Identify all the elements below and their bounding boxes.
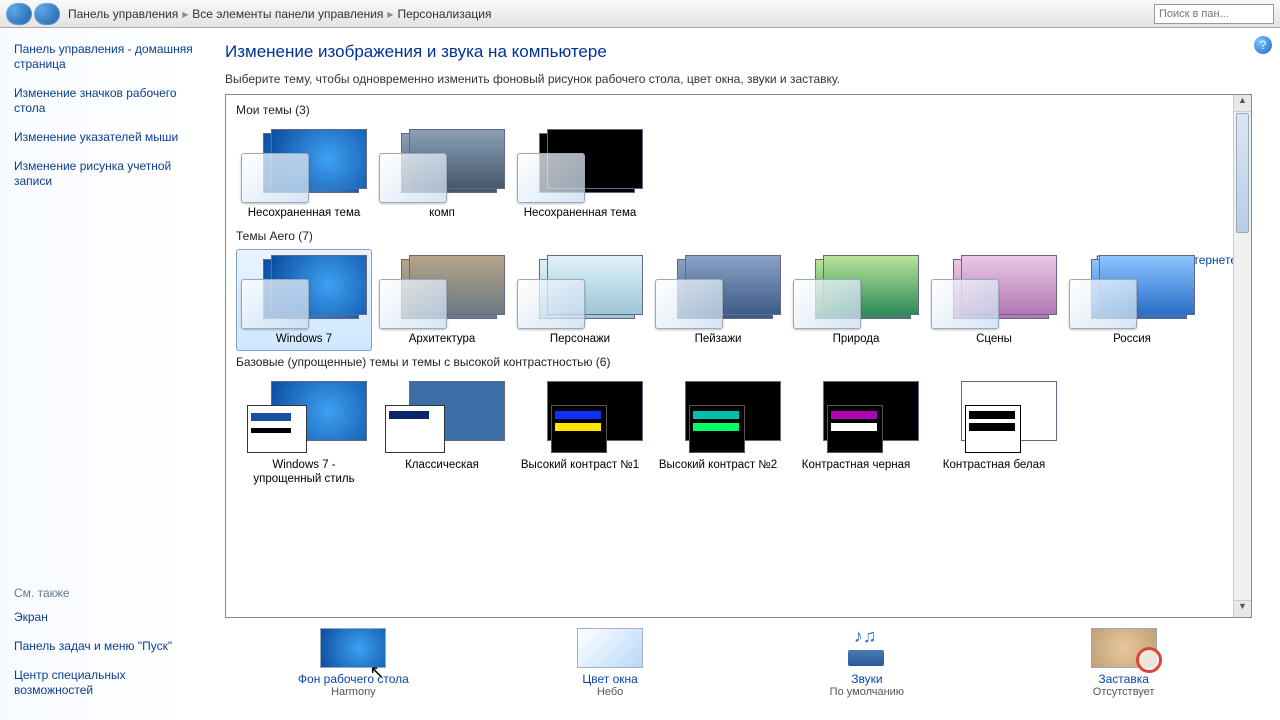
wallpaper-icon xyxy=(320,628,386,668)
theme-item[interactable]: Высокий контраст №1 xyxy=(512,375,648,490)
window-color-value: Небо xyxy=(510,686,710,698)
theme-label: Классическая xyxy=(378,459,506,472)
breadcrumb-item[interactable]: Персонализация xyxy=(397,7,491,21)
theme-item[interactable]: Архитектура xyxy=(374,249,510,351)
scroll-up-icon[interactable]: ▲ xyxy=(1234,95,1251,112)
breadcrumb-bar: Панель управления ▸ Все элементы панели … xyxy=(0,0,1280,28)
theme-label: Пейзажи xyxy=(654,333,782,346)
sidebar-ease-link[interactable]: Центр специальных возможностей xyxy=(14,668,201,698)
theme-item[interactable]: Windows 7 - упрощенный стиль xyxy=(236,375,372,490)
theme-item[interactable]: Россия xyxy=(1064,249,1200,351)
sounds-label: Звуки xyxy=(767,672,967,686)
sidebar-home-link[interactable]: Панель управления - домашняя страница xyxy=(14,42,201,72)
theme-label: комп xyxy=(378,207,506,220)
desktop-background-button[interactable]: ↖ Фон рабочего стола Harmony xyxy=(253,628,453,714)
theme-label: Архитектура xyxy=(378,333,506,346)
main-content: ? Изменение изображения и звука на компь… xyxy=(215,28,1280,720)
theme-label: Россия xyxy=(1068,333,1196,346)
nav-fwd-button[interactable] xyxy=(34,3,60,25)
screensaver-value: Отсутствует xyxy=(1024,686,1224,698)
theme-label: Windows 7 xyxy=(240,333,368,346)
theme-label: Windows 7 - упрощенный стиль xyxy=(240,459,368,485)
theme-item[interactable]: комп xyxy=(374,123,510,225)
theme-label: Несохраненная тема xyxy=(516,207,644,220)
screensaver-label: Заставка xyxy=(1024,672,1224,686)
sidebar-account-picture-link[interactable]: Изменение рисунка учетной записи xyxy=(14,159,201,189)
theme-item[interactable]: Несохраненная тема xyxy=(236,123,372,225)
chevron-right-icon: ▸ xyxy=(387,7,393,21)
section-basic-themes: Базовые (упрощенные) темы и темы с высок… xyxy=(236,355,1241,369)
theme-item[interactable]: Контрастная черная xyxy=(788,375,924,490)
window-color-button[interactable]: Цвет окна Небо xyxy=(510,628,710,714)
sidebar-taskbar-link[interactable]: Панель задач и меню "Пуск" xyxy=(14,639,201,654)
screensaver-button[interactable]: Заставка Отсутствует xyxy=(1024,628,1224,714)
theme-item[interactable]: Сцены xyxy=(926,249,1062,351)
sounds-value: По умолчанию xyxy=(767,686,967,698)
help-button[interactable]: ? xyxy=(1254,36,1272,54)
breadcrumb-item[interactable]: Все элементы панели управления xyxy=(192,7,383,21)
theme-label: Несохраненная тема xyxy=(240,207,368,220)
sounds-button[interactable]: Звуки По умолчанию xyxy=(767,628,967,714)
theme-item[interactable]: Несохраненная тема xyxy=(512,123,648,225)
theme-item[interactable]: Высокий контраст №2 xyxy=(650,375,786,490)
sounds-icon xyxy=(834,628,900,668)
theme-label: Высокий контраст №2 xyxy=(654,459,782,472)
scroll-thumb[interactable] xyxy=(1236,113,1249,233)
section-aero-themes: Темы Aero (7) xyxy=(236,229,1241,243)
theme-label: Сцены xyxy=(930,333,1058,346)
theme-item[interactable]: Классическая xyxy=(374,375,510,490)
page-subtitle: Выберите тему, чтобы одновременно измени… xyxy=(225,72,1252,86)
theme-label: Природа xyxy=(792,333,920,346)
breadcrumb-item[interactable]: Панель управления xyxy=(68,7,178,21)
screensaver-icon xyxy=(1091,628,1157,668)
theme-panel: Мои темы (3) Несохраненная тема комп Несох… xyxy=(225,94,1252,618)
theme-item[interactable]: Персонажи xyxy=(512,249,648,351)
theme-item[interactable]: Windows 7 xyxy=(236,249,372,351)
scroll-down-icon[interactable]: ▼ xyxy=(1234,600,1251,617)
chevron-right-icon: ▸ xyxy=(182,7,188,21)
section-my-themes: Мои темы (3) xyxy=(236,103,1241,117)
theme-label: Персонажи xyxy=(516,333,644,346)
page-title: Изменение изображения и звука на компьют… xyxy=(225,42,1252,62)
sidebar-mouse-pointers-link[interactable]: Изменение указателей мыши xyxy=(14,130,201,145)
search-input[interactable] xyxy=(1154,4,1274,24)
theme-label: Контрастная белая xyxy=(930,459,1058,472)
theme-label: Высокий контраст №1 xyxy=(516,459,644,472)
bottom-options: ↖ Фон рабочего стола Harmony Цвет окна Н… xyxy=(225,618,1252,714)
window-color-icon xyxy=(577,628,643,668)
theme-item[interactable]: Природа xyxy=(788,249,924,351)
theme-item[interactable]: Пейзажи xyxy=(650,249,786,351)
theme-item[interactable]: Контрастная белая xyxy=(926,375,1062,490)
scrollbar[interactable]: ▲ ▼ xyxy=(1233,95,1251,617)
see-also-heading: См. также xyxy=(14,586,201,600)
sidebar-display-link[interactable]: Экран xyxy=(14,610,201,625)
theme-label: Контрастная черная xyxy=(792,459,920,472)
nav-back-button[interactable] xyxy=(6,3,32,25)
window-color-label: Цвет окна xyxy=(510,672,710,686)
sidebar-desktop-icons-link[interactable]: Изменение значков рабочего стола xyxy=(14,86,201,116)
desktop-background-value: Harmony xyxy=(253,686,453,698)
desktop-background-label: Фон рабочего стола xyxy=(253,672,453,686)
sidebar: Панель управления - домашняя страница Из… xyxy=(0,28,215,720)
